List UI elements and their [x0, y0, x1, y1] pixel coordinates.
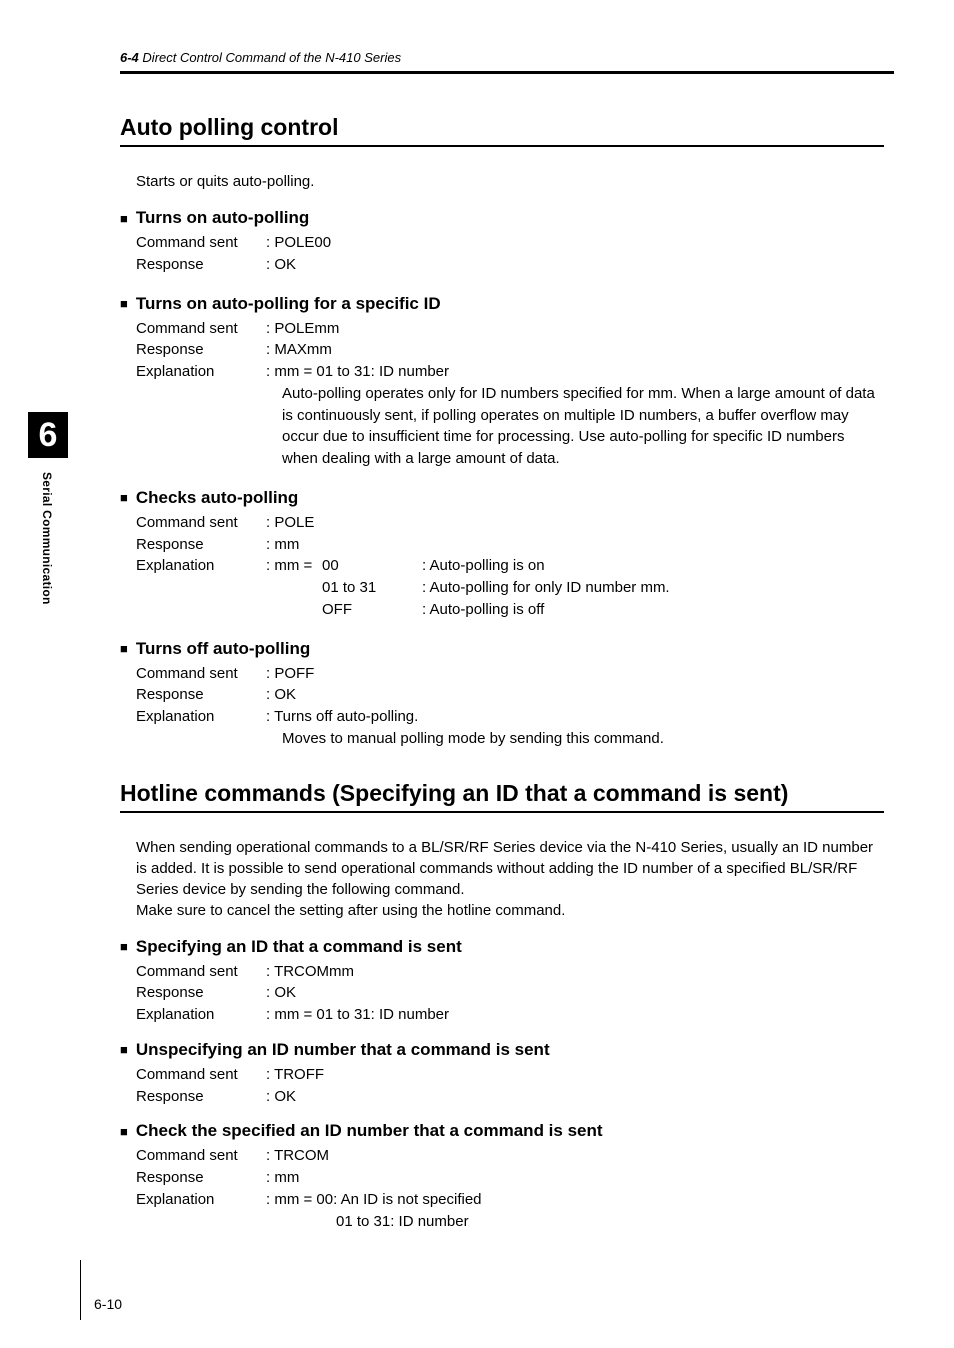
kv-label: Response: [136, 254, 266, 276]
subsection-specify-id: ■ Specifying an ID that a command is sen…: [120, 937, 884, 1026]
kv-value: : mm = 01 to 31: ID number: [266, 1004, 884, 1026]
kv-label: Command sent: [136, 1064, 266, 1086]
kv-value: : Turns off auto-polling.: [266, 706, 884, 728]
subsection-turns-on: ■ Turns on auto-polling Command sent: PO…: [120, 208, 884, 276]
sub-title: Turns on auto-polling for a specific ID: [136, 294, 441, 314]
header-prefix: 6-4: [120, 50, 139, 65]
kv-value: : OK: [266, 1086, 884, 1108]
bullet-icon: ■: [120, 297, 128, 310]
bullet-icon: ■: [120, 212, 128, 225]
subsection-check-id: ■ Check the specified an ID number that …: [120, 1121, 884, 1232]
chapter-label: Serial Communication: [40, 472, 54, 605]
running-header: 6-4 Direct Control Command of the N-410 …: [120, 50, 894, 65]
kv-value: : POLE00: [266, 232, 884, 254]
bullet-icon: ■: [120, 1043, 128, 1056]
header-divider: [120, 71, 894, 74]
subsection-unspecify-id: ■ Unspecifying an ID number that a comma…: [120, 1040, 884, 1108]
section-divider: [120, 145, 884, 147]
kv-value: : POLEmm: [266, 318, 884, 340]
exp-prefix: : mm =: [266, 555, 322, 620]
kv-label: Response: [136, 982, 266, 1004]
kv-label: Explanation: [136, 1189, 266, 1211]
kv-label: Command sent: [136, 232, 266, 254]
kv-label: Response: [136, 534, 266, 556]
bullet-icon: ■: [120, 1125, 128, 1138]
mm-desc: : Auto-polling is on: [422, 555, 670, 577]
section-intro: Starts or quits auto-polling.: [136, 171, 884, 192]
subsection-checks: ■ Checks auto-polling Command sent: POLE…: [120, 488, 884, 621]
kv-value: : POFF: [266, 663, 884, 685]
kv-label: Command sent: [136, 1145, 266, 1167]
kv-label: Explanation: [136, 706, 266, 728]
explanation-body: Moves to manual polling mode by sending …: [282, 728, 884, 750]
sub-title: Turns on auto-polling: [136, 208, 309, 228]
bullet-icon: ■: [120, 940, 128, 953]
chapter-tab: 6 Serial Communication: [28, 412, 68, 605]
section-title-auto-polling: Auto polling control: [120, 114, 884, 141]
kv-label: Response: [136, 1167, 266, 1189]
kv-value: : mm: [266, 534, 884, 556]
kv-label: Explanation: [136, 361, 266, 383]
mm-desc: : Auto-polling for only ID number mm.: [422, 577, 670, 599]
kv-value: : TRCOM: [266, 1145, 884, 1167]
kv-value: : mm: [266, 1167, 884, 1189]
kv-label: Command sent: [136, 318, 266, 340]
kv-value: : TROFF: [266, 1064, 884, 1086]
kv-label: Response: [136, 1086, 266, 1108]
kv-label: Command sent: [136, 663, 266, 685]
bullet-icon: ■: [120, 642, 128, 655]
kv-value: : mm = 01 to 31: ID number: [266, 361, 884, 383]
footer-rule: [80, 1260, 81, 1320]
kv-label: Explanation: [136, 555, 266, 620]
kv-value: : POLE: [266, 512, 884, 534]
kv-value: : OK: [266, 684, 884, 706]
section-divider: [120, 811, 884, 813]
kv-label: Explanation: [136, 1004, 266, 1026]
chapter-number: 6: [28, 412, 68, 458]
kv-value: : MAXmm: [266, 339, 884, 361]
sub-title: Turns off auto-polling: [136, 639, 310, 659]
section-intro: When sending operational commands to a B…: [136, 837, 884, 921]
kv-value: : OK: [266, 982, 884, 1004]
kv-value: : mm = 00: An ID is not specified: [266, 1189, 884, 1211]
mm-desc: : Auto-polling is off: [422, 599, 670, 621]
kv-label: Command sent: [136, 512, 266, 534]
kv-value: : OK: [266, 254, 884, 276]
subsection-turns-off: ■ Turns off auto-polling Command sent: P…: [120, 639, 884, 750]
sub-title: Check the specified an ID number that a …: [136, 1121, 603, 1141]
kv-label: Response: [136, 684, 266, 706]
sub-title: Specifying an ID that a command is sent: [136, 937, 462, 957]
explanation-body: 01 to 31: ID number: [336, 1211, 884, 1233]
kv-label: Response: [136, 339, 266, 361]
subsection-specific-id: ■ Turns on auto-polling for a specific I…: [120, 294, 884, 470]
page-number: 6-10: [94, 1296, 122, 1312]
kv-label: Command sent: [136, 961, 266, 983]
mm-key: 01 to 31: [322, 577, 422, 599]
mm-key: 00: [322, 555, 422, 577]
section-title-hotline: Hotline commands (Specifying an ID that …: [120, 780, 884, 807]
mm-key: OFF: [322, 599, 422, 621]
bullet-icon: ■: [120, 491, 128, 504]
header-title: Direct Control Command of the N-410 Seri…: [142, 50, 401, 65]
explanation-body: Auto-polling operates only for ID number…: [282, 383, 884, 470]
sub-title: Unspecifying an ID number that a command…: [136, 1040, 550, 1060]
kv-value: : TRCOMmm: [266, 961, 884, 983]
sub-title: Checks auto-polling: [136, 488, 298, 508]
